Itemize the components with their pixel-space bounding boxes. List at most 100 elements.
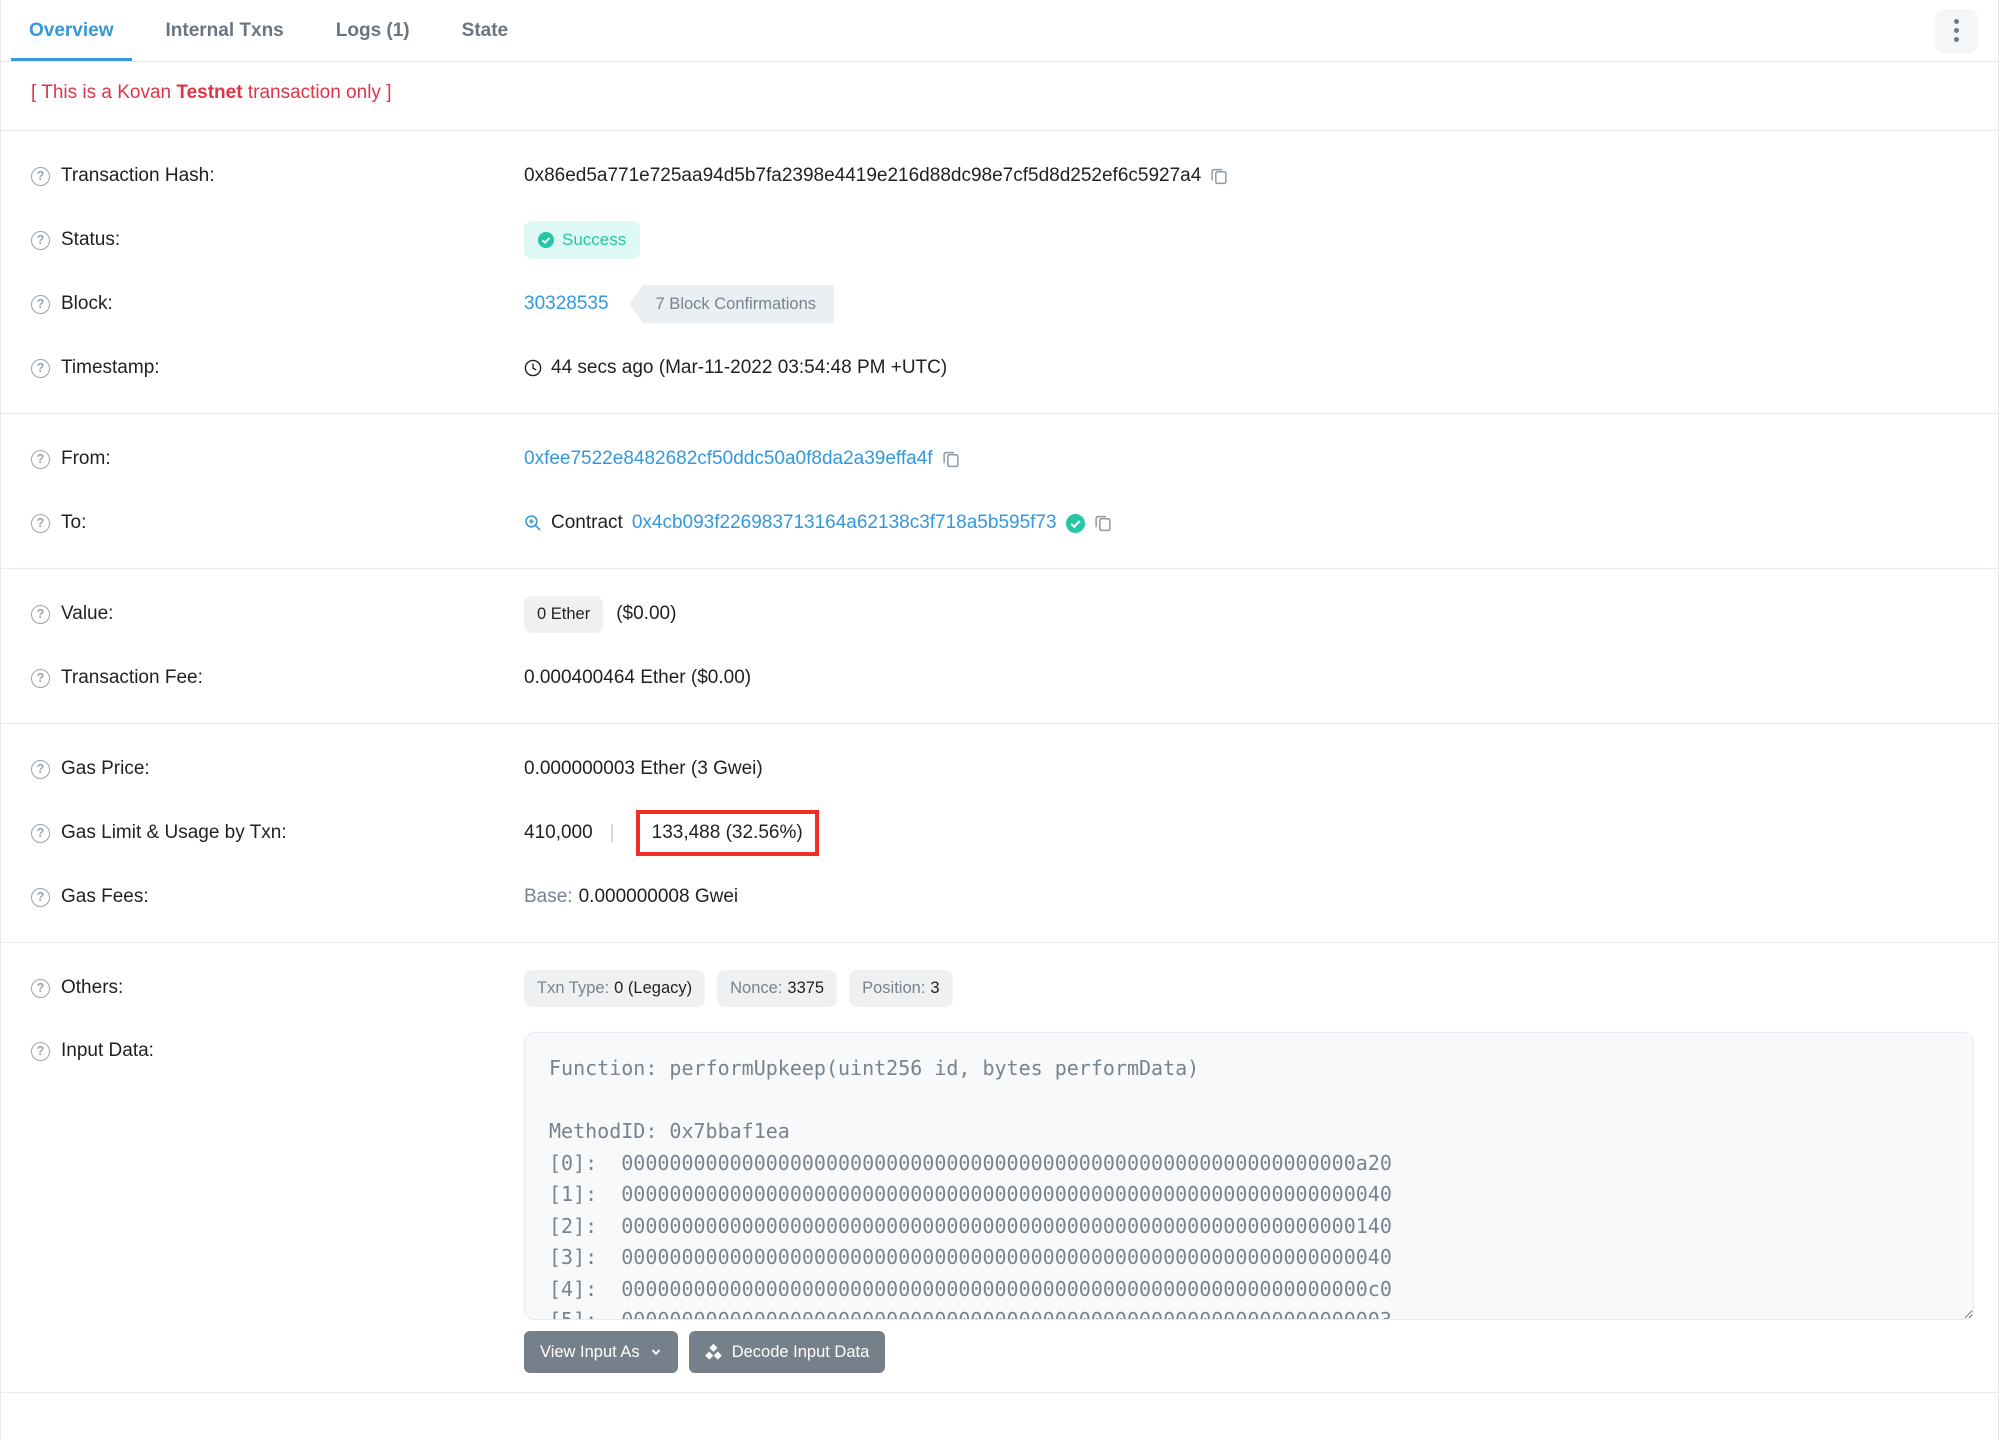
block-confirmations-badge: 7 Block Confirmations bbox=[629, 284, 835, 324]
view-input-as-button[interactable]: View Input As bbox=[524, 1331, 678, 1373]
view-input-as-label: View Input As bbox=[540, 1342, 640, 1361]
transaction-details-card: Overview Internal Txns Logs (1) State [ … bbox=[0, 0, 1999, 1440]
copy-icon[interactable] bbox=[942, 450, 960, 468]
decode-input-data-button[interactable]: Decode Input Data bbox=[688, 1331, 886, 1373]
gas-limit-value: 410,000 bbox=[524, 822, 593, 843]
transaction-hash-label-group: ? Transaction Hash: bbox=[31, 165, 524, 187]
gas-limit-label: Gas Limit & Usage by Txn: bbox=[61, 822, 287, 843]
help-icon[interactable]: ? bbox=[31, 449, 50, 469]
row-gas-limit-usage: ? Gas Limit & Usage by Txn: 410,000 | 13… bbox=[31, 801, 1974, 865]
help-icon[interactable]: ? bbox=[31, 230, 50, 250]
tab-logs[interactable]: Logs (1) bbox=[318, 0, 428, 61]
section-others-input: ? Others: Txn Type: 0 (Legacy) Nonce: 33… bbox=[1, 943, 1998, 1393]
value-usd: ($0.00) bbox=[616, 603, 677, 624]
section-gas: ? Gas Price: 0.000000003 Ether (3 Gwei) … bbox=[1, 724, 1998, 943]
section-addresses: ? From: 0xfee7522e8482682cf50ddc50a0f8da… bbox=[1, 414, 1998, 569]
decode-input-data-label: Decode Input Data bbox=[731, 1342, 870, 1361]
others-pill-group: Txn Type: 0 (Legacy) Nonce: 3375 Positio… bbox=[524, 969, 953, 1007]
tab-internal-txns[interactable]: Internal Txns bbox=[148, 0, 302, 61]
row-gas-price: ? Gas Price: 0.000000003 Ether (3 Gwei) bbox=[31, 737, 1974, 801]
status-label: Status: bbox=[61, 229, 121, 250]
help-icon[interactable]: ? bbox=[31, 978, 50, 998]
tab-state[interactable]: State bbox=[444, 0, 526, 61]
help-icon[interactable]: ? bbox=[31, 1041, 50, 1061]
cubes-icon bbox=[704, 1343, 722, 1360]
gas-fees-base-label: Base: bbox=[524, 886, 573, 907]
kebab-menu-button[interactable] bbox=[1935, 8, 1978, 53]
from-address-link[interactable]: 0xfee7522e8482682cf50ddc50a0f8da2a39effa… bbox=[524, 448, 933, 470]
timestamp-label: Timestamp: bbox=[61, 357, 160, 378]
gas-fees-base-value: 0.000000008 Gwei bbox=[578, 886, 739, 907]
from-label: From: bbox=[61, 448, 111, 469]
section-value-fee: ? Value: 0 Ether ($0.00) ? Transaction F… bbox=[1, 569, 1998, 724]
notice-bold: Testnet bbox=[176, 82, 243, 103]
position-value: 3 bbox=[930, 978, 940, 997]
notice-prefix: [ This is a Kovan bbox=[31, 82, 177, 103]
magnifier-plus-icon[interactable] bbox=[524, 514, 542, 532]
verified-check-icon bbox=[1065, 513, 1085, 533]
testnet-notice-section: [ This is a Kovan Testnet transaction on… bbox=[1, 62, 1998, 131]
row-from: ? From: 0xfee7522e8482682cf50ddc50a0f8da… bbox=[31, 427, 1974, 491]
value-amount-pill: 0 Ether bbox=[524, 595, 604, 633]
help-icon[interactable]: ? bbox=[31, 166, 50, 186]
status-value: Success bbox=[562, 230, 627, 249]
others-label: Others: bbox=[61, 977, 124, 998]
timestamp-value: 44 secs ago (Mar-11-2022 03:54:48 PM +UT… bbox=[551, 357, 948, 378]
kebab-dot bbox=[1954, 28, 1959, 33]
tab-overview[interactable]: Overview bbox=[11, 0, 132, 61]
nonce-value: 3375 bbox=[787, 978, 825, 997]
value-label: Value: bbox=[61, 603, 114, 624]
chevron-down-icon bbox=[651, 1349, 660, 1356]
block-label: Block: bbox=[61, 293, 113, 314]
row-value: ? Value: 0 Ether ($0.00) bbox=[31, 582, 1974, 646]
input-data-label: Input Data: bbox=[61, 1040, 154, 1061]
help-icon[interactable]: ? bbox=[31, 823, 50, 843]
help-icon[interactable]: ? bbox=[31, 887, 50, 907]
row-others: ? Others: Txn Type: 0 (Legacy) Nonce: 33… bbox=[31, 956, 1974, 1020]
row-timestamp: ? Timestamp: 44 secs ago (Mar-11-2022 03… bbox=[31, 336, 1974, 400]
row-transaction-fee: ? Transaction Fee: 0.000400464 Ether ($0… bbox=[31, 646, 1974, 710]
kebab-dot bbox=[1954, 19, 1959, 24]
testnet-notice: [ This is a Kovan Testnet transaction on… bbox=[31, 82, 1974, 104]
row-status: ? Status: Success bbox=[31, 208, 1974, 272]
row-block: ? Block: 30328535 7 Block Confirmations bbox=[31, 272, 1974, 336]
position-label: Position: bbox=[862, 978, 926, 997]
gas-price-value: 0.000000003 Ether (3 Gwei) bbox=[524, 758, 763, 779]
tab-bar: Overview Internal Txns Logs (1) State bbox=[1, 0, 1998, 62]
input-actions: View Input As Decode Input Data bbox=[524, 1331, 1974, 1373]
transaction-fee-label: Transaction Fee: bbox=[61, 667, 203, 688]
gas-fees-label: Gas Fees: bbox=[61, 886, 149, 907]
help-icon[interactable]: ? bbox=[31, 513, 50, 533]
block-number-link[interactable]: 30328535 bbox=[524, 293, 609, 315]
status-badge: Success bbox=[524, 221, 641, 259]
kebab-dot bbox=[1954, 37, 1959, 42]
txn-type-label: Txn Type: bbox=[537, 978, 610, 997]
check-circle-icon bbox=[538, 232, 554, 248]
row-input-data: ? Input Data: Function: performUpkeep(ui… bbox=[31, 1032, 1974, 1379]
help-icon[interactable]: ? bbox=[31, 604, 50, 624]
row-transaction-hash: ? Transaction Hash: 0x86ed5a771e725aa94d… bbox=[31, 144, 1974, 208]
help-icon[interactable]: ? bbox=[31, 759, 50, 779]
transaction-hash-value: 0x86ed5a771e725aa94d5b7fa2398e4419e216d8… bbox=[524, 165, 1202, 186]
copy-icon[interactable] bbox=[1210, 167, 1228, 185]
help-icon[interactable]: ? bbox=[31, 358, 50, 378]
notice-suffix: transaction only ] bbox=[242, 82, 392, 103]
gas-usage-value: 133,488 (32.56%) bbox=[651, 822, 803, 843]
position-pill: Position: 3 bbox=[849, 969, 953, 1007]
txn-type-value: 0 (Legacy) bbox=[614, 978, 693, 997]
txn-type-pill: Txn Type: 0 (Legacy) bbox=[524, 969, 706, 1007]
help-icon[interactable]: ? bbox=[31, 294, 50, 314]
annotation-highlight-box: 133,488 (32.56%) bbox=[635, 810, 819, 856]
help-icon[interactable]: ? bbox=[31, 668, 50, 688]
section-overview-top: ? Transaction Hash: 0x86ed5a771e725aa94d… bbox=[1, 131, 1998, 414]
row-to: ? To: Contract 0x4cb093f226983713164a621… bbox=[31, 491, 1974, 555]
to-label: To: bbox=[61, 512, 87, 533]
input-data-textarea[interactable]: Function: performUpkeep(uint256 id, byte… bbox=[524, 1032, 1974, 1320]
copy-icon[interactable] bbox=[1094, 514, 1112, 532]
to-contract-prefix: Contract bbox=[551, 512, 623, 533]
row-gas-fees: ? Gas Fees: Base: 0.000000008 Gwei bbox=[31, 865, 1974, 929]
nonce-label: Nonce: bbox=[730, 978, 783, 997]
transaction-hash-label: Transaction Hash: bbox=[61, 165, 215, 186]
to-address-link[interactable]: 0x4cb093f226983713164a62138c3f718a5b595f… bbox=[632, 512, 1057, 534]
nonce-pill: Nonce: 3375 bbox=[717, 969, 838, 1007]
